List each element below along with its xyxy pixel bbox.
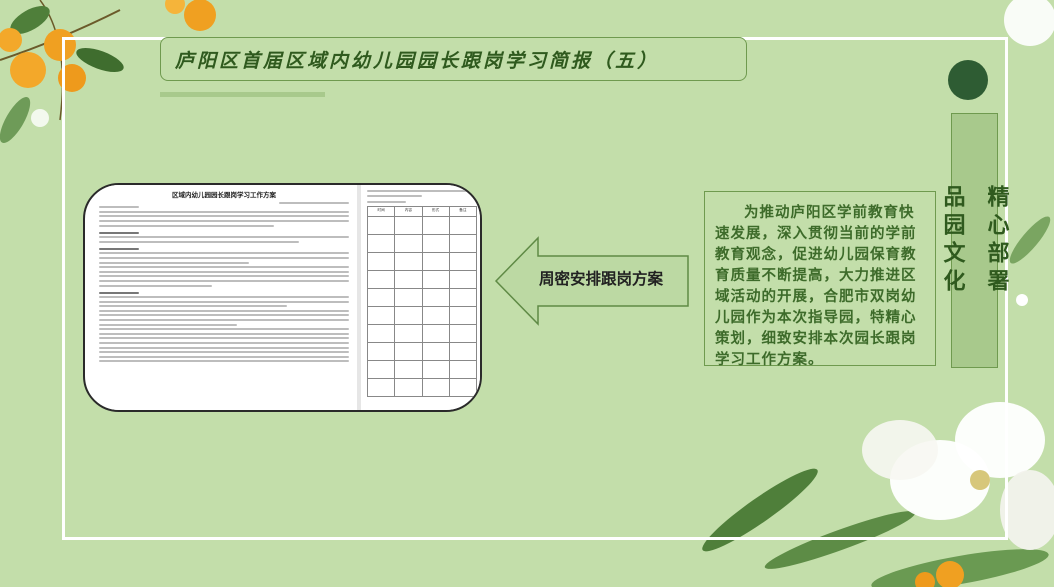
schedule-table: 时间 内容 形式 备注 xyxy=(366,205,478,397)
table-row xyxy=(366,305,478,325)
page-title: 庐阳区首届区域内幼儿园园长跟岗学习简报（五） xyxy=(175,49,660,72)
table-header-form: 形式 xyxy=(421,205,450,217)
table-row xyxy=(366,269,478,289)
table-header-content: 内容 xyxy=(394,205,423,217)
document-page-right: 时间 内容 形式 备注 xyxy=(363,185,480,410)
arrow-label: 周密安排跟岗方案 xyxy=(538,270,663,288)
title-underline xyxy=(160,92,325,97)
side-title: 精心部署 品园文化 xyxy=(939,184,1010,297)
table-row xyxy=(366,341,478,361)
description-text: 为推动庐阳区学前教育快速发展，深入贯彻当前的学前教育观念，促进幼儿园保育教育质量… xyxy=(715,204,917,368)
table-header-note: 备注 xyxy=(448,205,478,217)
decorative-dot xyxy=(948,60,988,100)
document-preview-image: 区域内幼儿园园长跟岗学习工作方案 时间 内容 形式 备注 xyxy=(83,183,482,412)
table-header-time: 时间 xyxy=(366,205,396,217)
table-row xyxy=(366,323,478,343)
table-row xyxy=(366,251,478,271)
title-banner: 庐阳区首届区域内幼儿园园长跟岗学习简报（五） xyxy=(160,37,747,81)
table-row xyxy=(366,377,478,397)
document-subtitle-lines xyxy=(99,201,349,204)
description-box: 为推动庐阳区学前教育快速发展，深入贯彻当前的学前教育观念，促进幼儿园保育教育质量… xyxy=(704,191,936,368)
side-title-box: 精心部署 品园文化 xyxy=(940,113,1010,368)
document-page-left: 区域内幼儿园园长跟岗学习工作方案 xyxy=(89,185,355,410)
table-row xyxy=(366,287,478,307)
table-row xyxy=(366,359,478,379)
table-row xyxy=(366,233,478,253)
document-title: 区域内幼儿园园长跟岗学习工作方案 xyxy=(172,191,276,199)
table-row xyxy=(366,215,478,235)
document-page-gap xyxy=(357,185,361,410)
